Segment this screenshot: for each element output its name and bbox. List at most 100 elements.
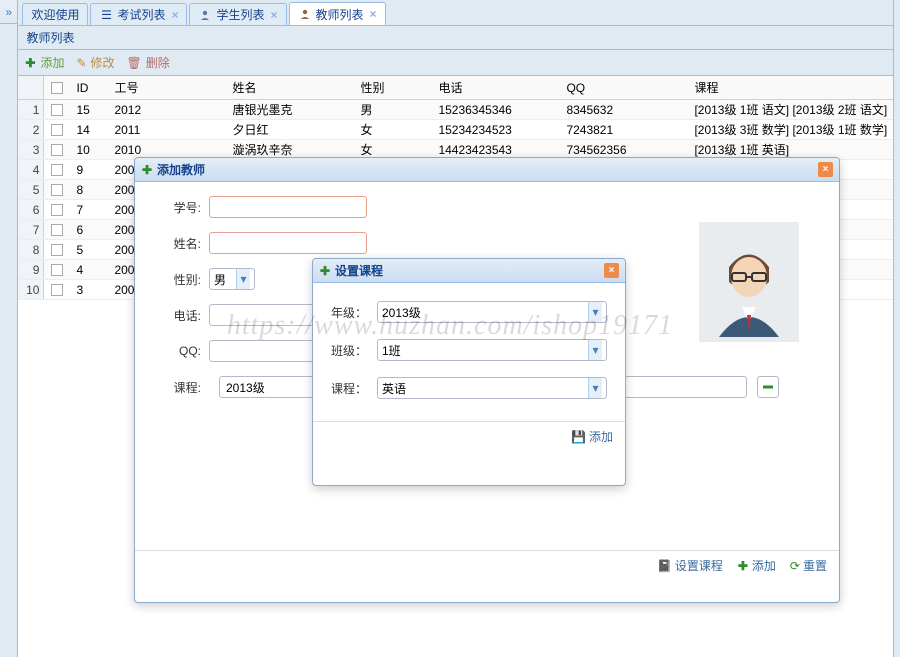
tab-student-list[interactable]: 学生列表 × [189,3,286,25]
sidebar-collapse-icon[interactable]: » [0,0,17,24]
cell-tel: 15234234523 [432,123,560,137]
cell-tel: 14423423543 [432,143,560,157]
class-select[interactable]: 1班 ▾ [377,339,607,361]
row-checkbox[interactable] [44,184,70,196]
row-checkbox[interactable] [44,264,70,276]
row-number: 1 [18,100,44,119]
row-number: 2 [18,120,44,139]
course-add-button[interactable]: 💾 添加 [571,428,613,445]
table-row[interactable]: 2142011夕日红女152342345237243821[2013级 3班 数… [18,120,893,140]
col-check-header[interactable] [44,82,70,94]
close-icon[interactable]: × [271,8,278,22]
row-number: 3 [18,140,44,159]
cell-course: [2013级 1班 语文] [2013级 2班 语文] [688,101,893,118]
col-name-header[interactable]: 姓名 [226,79,354,96]
cell-id: 5 [70,243,108,257]
cell-id: 4 [70,263,108,277]
table-row[interactable]: 1152012唐银光墨克男152363453468345632[2013级 1班… [18,100,893,120]
sex-label: 性别: [153,271,201,288]
close-icon[interactable]: × [604,263,619,278]
edit-button[interactable]: ✎ 修改 [76,54,114,71]
cell-sex: 女 [354,121,432,138]
plus-icon: ✚ [737,560,749,572]
set-course-dialog: ✚ 设置课程 × 年级： 2013级 ▾ 班级： 1班 ▾ 课程： 英语 ▾ [312,258,626,486]
avatar[interactable] [699,222,799,342]
close-icon[interactable]: × [370,7,377,21]
remove-course-button[interactable] [757,376,779,398]
cell-name: 唐银光墨克 [226,101,354,118]
row-checkbox[interactable] [44,144,70,156]
student-icon [198,8,212,22]
tab-label: 学生列表 [216,6,264,23]
row-checkbox[interactable] [44,244,70,256]
tab-label: 欢迎使用 [31,6,79,23]
chevron-down-icon: ▾ [236,269,250,289]
col-rownum [18,76,44,99]
cell-qq: 7243821 [560,123,688,137]
notebook-icon: 📓 [657,559,672,573]
grid-header: ID 工号 姓名 性别 电话 QQ 课程 [18,76,893,100]
cell-sex: 男 [354,101,432,118]
row-number: 4 [18,160,44,179]
col-tel-header[interactable]: 电话 [432,79,560,96]
cell-gno: 2010 [108,143,226,157]
list-icon: ☰ [99,8,113,22]
cell-id: 6 [70,223,108,237]
name-input[interactable] [209,232,367,254]
cell-qq: 734562356 [560,143,688,157]
row-checkbox[interactable] [44,164,70,176]
tab-teacher-list[interactable]: 教师列表 × [289,2,386,25]
col-gno-header[interactable]: 工号 [108,79,226,96]
dialog-title-bar[interactable]: ✚ 添加教师 × [135,158,839,182]
pencil-icon: ✎ [76,56,86,70]
dialog-title-bar[interactable]: ✚ 设置课程 × [313,259,625,283]
cell-sex: 女 [354,141,432,158]
delete-button[interactable]: 🗑 删除 [127,54,170,71]
tel-input[interactable] [209,304,329,326]
course-label: 课程： [331,380,377,397]
row-checkbox[interactable] [44,224,70,236]
row-number: 5 [18,180,44,199]
cell-id: 15 [70,103,108,117]
reset-button[interactable]: ⟳ 重置 [790,557,827,574]
row-checkbox[interactable] [44,204,70,216]
cell-gno: 2012 [108,103,226,117]
close-icon[interactable]: × [818,162,833,177]
row-number: 8 [18,240,44,259]
dialog-title: 添加教师 [157,161,814,178]
close-icon[interactable]: × [171,8,178,22]
qq-label: QQ: [153,344,201,358]
row-checkbox[interactable] [44,104,70,116]
tab-exam-list[interactable]: ☰ 考试列表 × [90,3,187,25]
set-course-button[interactable]: 📓 设置课程 [657,557,723,574]
cell-name: 漩涡玖辛奈 [226,141,354,158]
add-button[interactable]: ✚ 添加 [24,54,64,71]
chevron-down-icon: ▾ [588,340,602,360]
cell-course: [2013级 3班 数学] [2013级 1班 数学] [688,121,893,138]
grade-select[interactable]: 2013级 ▾ [377,301,607,323]
sex-select[interactable]: 男 ▾ [209,268,255,290]
col-id-header[interactable]: ID [70,81,108,95]
col-course-header[interactable]: 课程 [688,79,893,96]
row-number: 6 [18,200,44,219]
chevron-down-icon: ▾ [588,302,602,322]
col-sex-header[interactable]: 性别 [354,79,432,96]
course-select[interactable]: 英语 ▾ [377,377,607,399]
qq-input[interactable] [209,340,329,362]
cell-tel: 15236345346 [432,103,560,117]
panel-header: 教师列表 [18,26,893,50]
tab-welcome[interactable]: 欢迎使用 [22,3,88,25]
plus-icon: ✚ [24,57,36,69]
tab-label: 考试列表 [117,6,165,23]
tabs-bar: 欢迎使用 ☰ 考试列表 × 学生列表 × 教师列表 × [18,0,893,26]
plus-icon: ✚ [141,164,153,176]
dialog-add-button[interactable]: ✚ 添加 [737,557,776,574]
row-number: 9 [18,260,44,279]
row-checkbox[interactable] [44,284,70,296]
col-qq-header[interactable]: QQ [560,81,688,95]
row-checkbox[interactable] [44,124,70,136]
cell-id: 3 [70,283,108,297]
gno-input[interactable] [209,196,367,218]
cell-id: 7 [70,203,108,217]
cell-course: [2013级 1班 英语] [688,141,893,158]
